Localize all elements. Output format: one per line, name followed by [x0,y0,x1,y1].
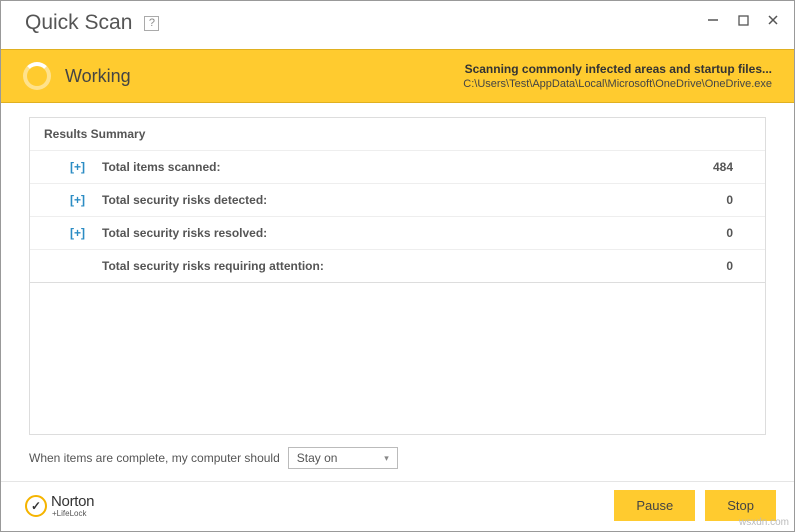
result-row-risks-resolved: [+] Total security risks resolved: 0 [30,217,765,250]
brand-logo: ✓ Norton +LifeLock [25,494,94,518]
results-empty-area [29,283,766,435]
result-row-items-scanned: [+] Total items scanned: 484 [30,151,765,184]
pause-button[interactable]: Pause [614,490,695,521]
watermark: wsxdn.com [739,517,789,528]
result-value: 0 [726,226,751,240]
completion-row: When items are complete, my computer sho… [29,435,766,481]
minimize-icon [707,14,719,26]
help-button[interactable]: ? [144,16,159,31]
minimize-button[interactable] [706,13,720,27]
window-title: Quick Scan [25,11,132,35]
scan-path: C:\Users\Test\AppData\Local\Microsoft\On… [463,78,772,90]
completion-prompt: When items are complete, my computer sho… [29,451,280,465]
result-row-risks-detected: [+] Total security risks detected: 0 [30,184,765,217]
result-row-risks-attention: Total security risks requiring attention… [30,250,765,282]
titlebar-left: Quick Scan ? [25,11,159,35]
status-banner: Working Scanning commonly infected areas… [1,49,794,103]
status-label: Working [65,66,131,87]
completion-dropdown[interactable]: Stay on [288,447,398,469]
status-left: Working [23,62,131,90]
expand-toggle[interactable]: [+] [70,193,90,207]
result-value: 0 [726,259,751,273]
window-controls [706,13,780,27]
scan-heading: Scanning commonly infected areas and sta… [463,62,772,76]
result-label: Total items scanned: [102,160,713,174]
close-icon [767,14,779,26]
status-right: Scanning commonly infected areas and sta… [463,62,772,90]
maximize-icon [738,15,749,26]
result-label: Total security risks requiring attention… [102,259,726,273]
spinner-icon [23,62,51,90]
expand-toggle[interactable]: [+] [70,160,90,174]
result-label: Total security risks detected: [102,193,726,207]
results-header: Results Summary [30,118,765,151]
titlebar: Quick Scan ? [1,1,794,49]
maximize-button[interactable] [736,13,750,27]
expand-toggle[interactable]: [+] [70,226,90,240]
footer: ✓ Norton +LifeLock Pause Stop [1,481,794,531]
result-value: 0 [726,193,751,207]
logo-check-icon: ✓ [25,495,47,517]
logo-text: Norton +LifeLock [51,494,94,518]
results-panel: Results Summary [+] Total items scanned:… [29,117,766,283]
result-label: Total security risks resolved: [102,226,726,240]
dropdown-selected: Stay on [297,451,338,465]
content-area: Results Summary [+] Total items scanned:… [1,103,794,481]
close-button[interactable] [766,13,780,27]
logo-name: Norton [51,494,94,509]
logo-subtitle: +LifeLock [52,510,94,518]
result-value: 484 [713,160,751,174]
